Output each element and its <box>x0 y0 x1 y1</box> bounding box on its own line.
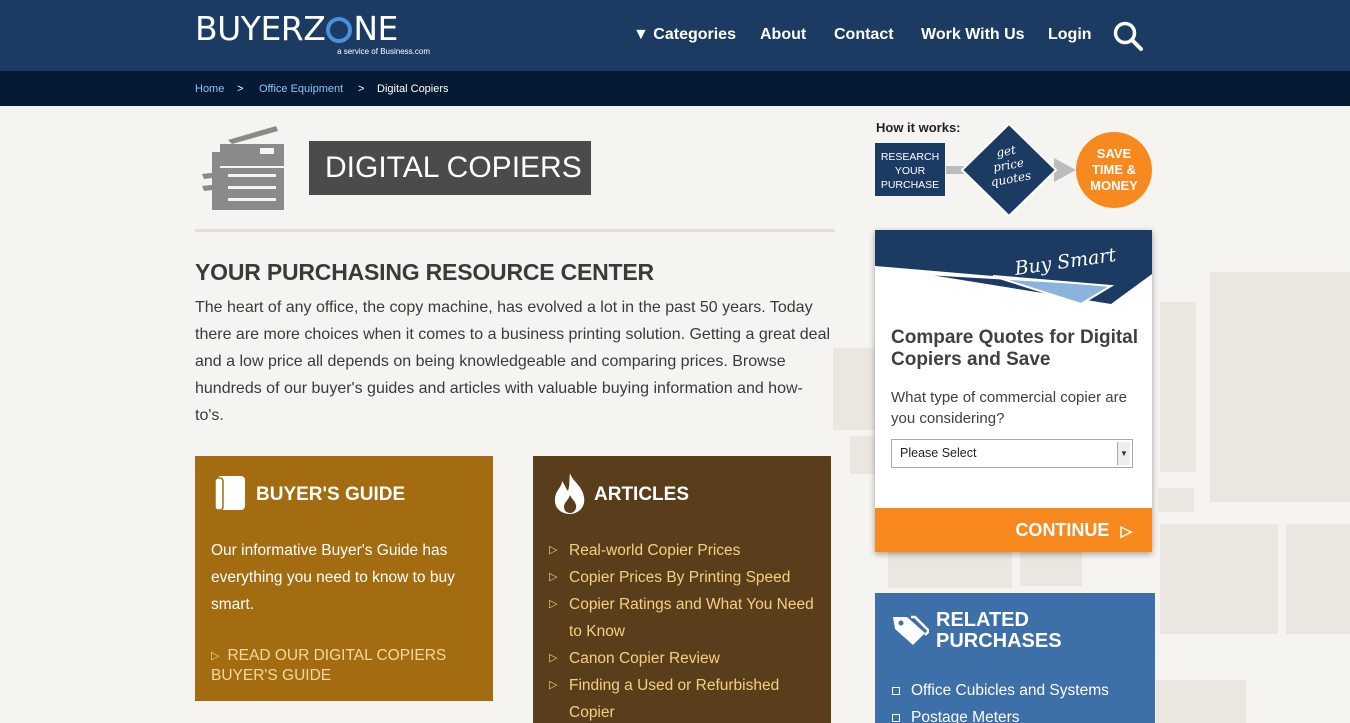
background-block <box>1160 524 1278 634</box>
background-block <box>1156 680 1246 723</box>
nav-about[interactable]: About <box>760 26 806 44</box>
widget-question: What type of commercial copier are you c… <box>891 389 1127 427</box>
buyers-guide-text: Our informative Buyer's Guide has everyt… <box>211 542 455 613</box>
breadcrumb-office-equipment[interactable]: Office Equipment <box>259 83 343 95</box>
article-link[interactable]: ▷ Copier Prices By Printing Speed <box>549 564 819 591</box>
breadcrumb-home[interactable]: Home <box>195 83 224 95</box>
step3-line: SAVE <box>1097 146 1132 161</box>
background-block <box>850 436 875 474</box>
nav-categories[interactable]: ▼ Categories <box>633 26 736 44</box>
related-heading-line: RELATED <box>936 609 1029 631</box>
article-link-label: Real-world Copier Prices <box>569 542 741 559</box>
step1-line: RESEARCH <box>881 151 939 163</box>
article-link-label: Copier Prices By Printing Speed <box>569 569 791 586</box>
background-block <box>833 348 875 430</box>
square-bullet-icon <box>892 687 900 695</box>
triangle-right-icon: ▷ <box>549 598 558 610</box>
tag-icon <box>893 615 929 645</box>
background-block <box>1158 488 1194 512</box>
copier-type-select[interactable]: Please Select ▼ <box>891 439 1133 468</box>
article-link-label: Copier Ratings and What You Need to Know <box>569 596 814 640</box>
continue-button[interactable]: CONTINUE ▷ <box>875 508 1152 552</box>
related-link-label: Postage Meters <box>911 709 1020 723</box>
buyerzone-logo[interactable]: BUYERZ NE a service of Business.com <box>195 12 430 56</box>
article-link[interactable]: ▷ Copier Ratings and What You Need to Kno… <box>549 591 819 645</box>
related-purchases-panel: RELATED PURCHASES Office Cubicles and Sy… <box>875 593 1155 723</box>
triangle-right-icon: ▷ <box>549 679 558 691</box>
section-heading: YOUR PURCHASING RESOURCE CENTER <box>195 259 654 285</box>
articles-heading: ARTICLES <box>594 484 689 505</box>
step3-line: MONEY <box>1090 178 1138 193</box>
buy-smart-banner: Buy Smart <box>875 230 1152 306</box>
buyers-guide-heading: BUYER'S GUIDE <box>256 484 406 505</box>
step1-line: PURCHASE <box>881 179 939 191</box>
search-icon[interactable] <box>1112 20 1144 52</box>
quote-widget: Buy Smart Compare Quotes for Digital Cop… <box>875 230 1152 552</box>
articles-list: ▷ Real-world Copier Prices ▷ Copier Prices… <box>549 537 819 723</box>
breadcrumb-current: Digital Copiers <box>377 83 449 95</box>
chevron-down-icon: ▼ <box>1117 442 1130 465</box>
related-heading-line: PURCHASES <box>936 630 1062 652</box>
buyers-guide-link[interactable]: ▷ READ OUR DIGITAL COPIERS BUYER'S GUIDE <box>211 646 481 686</box>
article-link[interactable]: ▷ Canon Copier Review <box>549 645 819 672</box>
nav-contact[interactable]: Contact <box>834 26 894 44</box>
related-link[interactable]: Office Cubicles and Systems <box>891 677 1151 704</box>
select-value: Please Select <box>900 446 977 460</box>
step3-line: TIME & <box>1092 162 1136 177</box>
triangle-right-icon: ▷ <box>549 544 558 556</box>
related-list: Office Cubicles and Systems Postage Mete… <box>891 677 1151 723</box>
nav-work-with-us[interactable]: Work With Us <box>921 26 1025 44</box>
article-link[interactable]: ▷ Real-world Copier Prices <box>549 537 819 564</box>
triangle-right-icon: ▷ <box>1120 523 1132 540</box>
article-link-label: Finding a Used or Refurbished Copier <box>569 677 780 721</box>
title-divider <box>195 229 835 232</box>
related-heading: RELATED PURCHASES <box>936 610 1062 652</box>
flame-icon <box>554 473 585 514</box>
square-bullet-icon <box>892 714 900 722</box>
how-it-works-diagram: RESEARCH YOUR PURCHASE get price quotes … <box>875 122 1152 218</box>
background-block <box>1210 272 1350 502</box>
triangle-right-icon: ▷ <box>549 571 558 583</box>
background-block <box>1020 552 1082 586</box>
book-icon <box>214 476 245 511</box>
intro-paragraph: The heart of any office, the copy machin… <box>195 299 831 424</box>
page-title: DIGITAL COPIERS <box>309 141 591 195</box>
background-block <box>888 552 1012 588</box>
related-link-label: Office Cubicles and Systems <box>911 682 1109 699</box>
breadcrumb-separator: > <box>237 83 244 95</box>
related-link[interactable]: Postage Meters <box>891 704 1151 723</box>
breadcrumb-separator: > <box>358 83 365 95</box>
buyers-guide-link-label: READ OUR DIGITAL COPIERS BUYER'S GUIDE <box>211 647 447 684</box>
copier-icon <box>202 126 284 210</box>
article-link-label: Canon Copier Review <box>569 650 720 667</box>
step1-line: YOUR <box>895 165 926 177</box>
widget-title: Compare Quotes for Digital Copiers and S… <box>891 327 1139 370</box>
logo-tagline: a service of Business.com <box>337 47 430 56</box>
background-block <box>1160 302 1196 472</box>
triangle-right-icon: ▷ <box>211 650 220 662</box>
triangle-right-icon: ▷ <box>549 652 558 664</box>
background-block <box>1286 524 1350 634</box>
logo-wordmark: BUYERZ NE <box>195 9 398 48</box>
continue-label: CONTINUE <box>1015 520 1110 540</box>
nav-login[interactable]: Login <box>1048 26 1092 44</box>
article-link[interactable]: ▷ Finding a Used or Refurbished Copier <box>549 672 819 723</box>
